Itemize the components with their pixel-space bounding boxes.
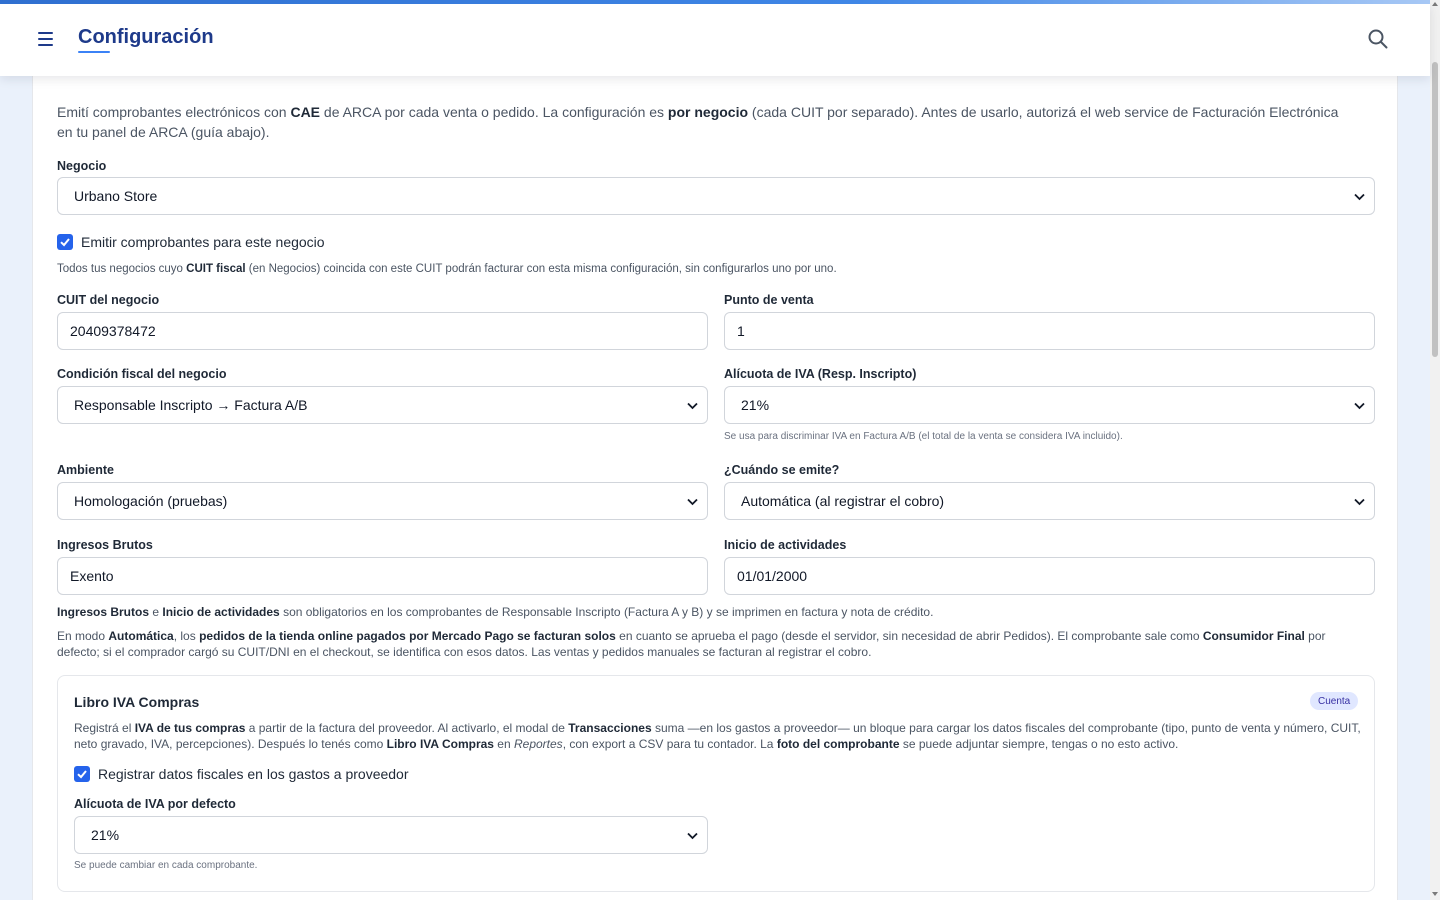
scroll-down-icon[interactable] [1432,892,1438,896]
punto-venta-value: 1 [737,323,745,339]
app-header: Configuración [0,4,1430,76]
libro-iva-compras-section: Libro IVA Compras Cuenta Registrá el IVA… [57,675,1375,892]
emitir-hint: Todos tus negocios cuyo CUIT fiscal (en … [57,263,837,275]
top-accent-bar [0,0,1430,4]
condicion-label: Condición fiscal del negocio [57,367,227,381]
inicio-input[interactable]: 01/01/2000 [724,557,1375,595]
check-icon [60,238,70,247]
negocio-value: Urbano Store [74,188,158,204]
chevron-down-icon [687,832,698,840]
registrar-checkbox[interactable] [74,766,90,782]
punto-venta-input[interactable]: 1 [724,312,1375,350]
ingresos-input[interactable]: Exento [57,557,708,595]
cuit-label: CUIT del negocio [57,293,160,307]
alicuota-defecto-hint: Se puede cambiar en cada comprobante. [74,860,258,871]
chevron-down-icon [687,498,698,506]
scroll-thumb[interactable] [1432,62,1438,357]
page-scrollbar[interactable] [1430,0,1440,900]
emitir-checkbox[interactable] [57,234,73,250]
alicuota-defecto-value: 21% [91,827,120,843]
menu-icon[interactable] [38,28,60,50]
cuando-value: Automática (al registrar el cobro) [741,493,945,509]
condicion-select[interactable]: Responsable Inscripto → Factura A/B [57,386,708,424]
negocio-select[interactable]: Urbano Store [57,177,1375,215]
libro-title: Libro IVA Compras [74,694,200,710]
cuenta-badge: Cuenta [1310,692,1359,710]
settings-card: Emití comprobantes electrónicos con CAE … [32,76,1398,900]
search-icon[interactable] [1367,28,1389,50]
emitir-label[interactable]: Emitir comprobantes para este negocio [81,234,325,250]
intro-text: Emití comprobantes electrónicos con CAE … [57,104,1339,140]
page-title: Configuración [78,26,214,48]
inicio-value: 01/01/2000 [737,568,808,584]
cuit-value: 20409378472 [70,323,156,339]
alicuota-hint: Se usa para discriminar IVA en Factura A… [724,431,1123,442]
alicuota-label: Alícuota de IVA (Resp. Inscripto) [724,367,917,381]
cuando-select[interactable]: Automática (al registrar el cobro) [724,482,1375,520]
ambiente-label: Ambiente [57,463,114,477]
alicuota-select[interactable]: 21% [724,386,1375,424]
alicuota-defecto-label: Alícuota de IVA por defecto [74,797,236,811]
alicuota-value: 21% [741,397,770,413]
ambiente-value: Homologación (pruebas) [74,493,228,509]
alicuota-defecto-select[interactable]: 21% [74,816,708,854]
cuando-label: ¿Cuándo se emite? [724,463,840,477]
condicion-value: Responsable Inscripto → Factura A/B [74,397,308,413]
chevron-down-icon [1354,498,1365,506]
chevron-down-icon [687,402,698,410]
libro-description: Registrá el IVA de tus compras a partir … [74,721,1361,751]
chevron-down-icon [1354,402,1365,410]
ingresos-value: Exento [70,568,114,584]
scroll-up-icon[interactable] [1432,2,1438,6]
check-icon [77,770,87,779]
negocio-label: Negocio [57,159,107,173]
chevron-down-icon [1354,193,1365,201]
registrar-label[interactable]: Registrar datos fiscales en los gastos a… [98,766,409,782]
automatic-note: En modo Automática, los pedidos de la ti… [57,629,1326,659]
ingresos-label: Ingresos Brutos [57,538,153,552]
title-underline [78,51,110,53]
required-note: Ingresos Brutos e Inicio de actividades … [57,605,934,619]
inicio-label: Inicio de actividades [724,538,847,552]
cuit-input[interactable]: 20409378472 [57,312,708,350]
ambiente-select[interactable]: Homologación (pruebas) [57,482,708,520]
punto-venta-label: Punto de venta [724,293,814,307]
